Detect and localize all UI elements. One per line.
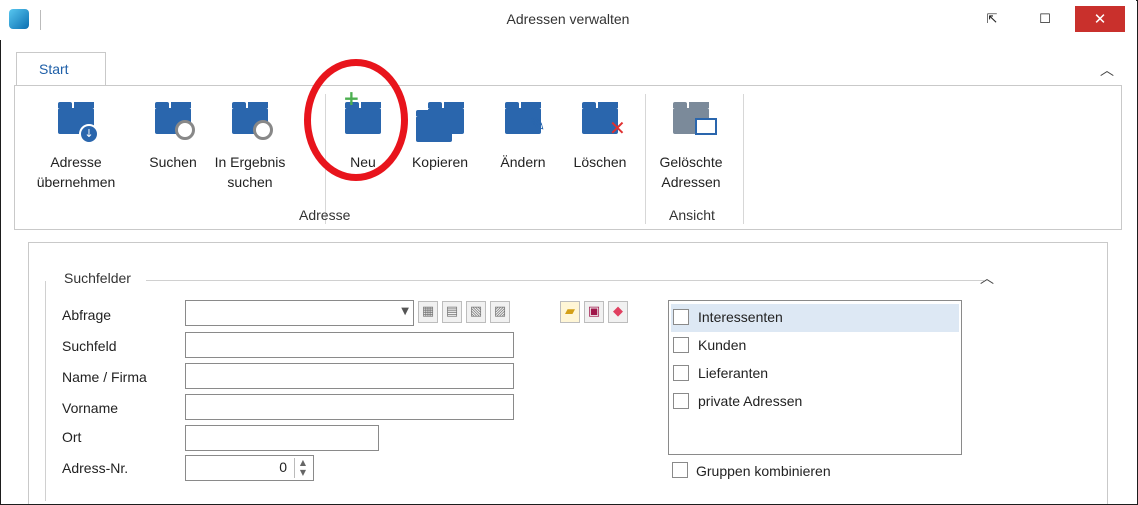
folder-delete-icon: ✕ xyxy=(565,90,635,152)
ribbon-button-label: In Ergebnis suchen xyxy=(214,154,286,190)
legend-divider xyxy=(146,280,984,281)
list-item-interessenten[interactable]: Interessenten xyxy=(671,304,959,332)
ort-label: Ort xyxy=(62,429,82,445)
checkbox[interactable] xyxy=(673,337,689,353)
folder-monitor-icon xyxy=(651,90,731,152)
ort-input[interactable] xyxy=(185,425,379,451)
name-firma-label: Name / Firma xyxy=(62,369,147,385)
ribbon-collapse-icon[interactable]: ︿ xyxy=(1100,60,1114,80)
folder-edit-icon: ✎ xyxy=(493,90,553,152)
checkbox[interactable] xyxy=(673,309,689,325)
adress-nr-label: Adress-Nr. xyxy=(62,460,129,476)
geloeschte-adressen-button[interactable]: Gelöschte Adressen xyxy=(651,90,731,192)
suchen-button[interactable]: Suchen xyxy=(143,90,203,172)
folder-copy-icon xyxy=(405,90,475,152)
vorname-input[interactable] xyxy=(185,394,514,420)
restore-ribbon-button[interactable]: ⇱ xyxy=(977,6,1007,32)
list-item-label: Kunden xyxy=(698,337,747,353)
open-folder-icon[interactable]: ▰ xyxy=(560,301,580,323)
edit-query-icon[interactable]: ▧ xyxy=(466,301,486,323)
aendern-button[interactable]: ✎ Ändern xyxy=(493,90,553,172)
delete-query-icon[interactable]: ▨ xyxy=(490,301,510,323)
search-fields-legend: Suchfelder xyxy=(64,270,137,286)
ribbon-group-separator xyxy=(743,94,744,224)
gruppen-kombinieren-label[interactable]: Gruppen kombinieren xyxy=(696,463,831,479)
ribbon-tabs: Start ︿ xyxy=(0,52,1136,86)
maximize-button[interactable]: ☐ xyxy=(1030,6,1060,32)
loeschen-button[interactable]: ✕ Löschen xyxy=(565,90,635,172)
suchfeld-label: Suchfeld xyxy=(62,338,117,354)
close-button[interactable]: ✕ xyxy=(1075,6,1125,32)
group-label-ansicht: Ansicht xyxy=(669,207,715,223)
adresse-uebernehmen-button[interactable]: ↓ Adresse übernehmen xyxy=(31,90,121,192)
folder-search-refresh-icon xyxy=(211,90,289,152)
ribbon-button-label: Ändern xyxy=(500,154,546,170)
category-list: Interessenten Kunden Lieferanten private… xyxy=(668,300,962,455)
close-icon: ✕ xyxy=(1093,10,1107,28)
folder-download-icon: ↓ xyxy=(31,90,121,152)
title-bar: Adressen verwalten ⇱ ☐ ✕ xyxy=(0,0,1136,40)
copy-query-icon[interactable]: ▤ xyxy=(442,301,462,323)
list-item-label: Lieferanten xyxy=(698,365,769,381)
adress-nr-value: 0 xyxy=(279,459,287,475)
list-item-kunden[interactable]: Kunden xyxy=(671,332,959,360)
folder-search-icon xyxy=(143,90,203,152)
eraser-icon[interactable]: ◆ xyxy=(608,301,628,323)
abfrage-label: Abfrage xyxy=(62,307,112,323)
ribbon-button-label: Löschen xyxy=(573,154,627,170)
tab-start[interactable]: Start xyxy=(16,52,106,86)
collapse-search-icon[interactable]: ︿ xyxy=(980,268,994,288)
gruppen-kombinieren-checkbox[interactable] xyxy=(672,462,688,478)
list-item-lieferanten[interactable]: Lieferanten xyxy=(671,360,959,388)
list-item-label: private Adressen xyxy=(698,393,803,409)
abfrage-select[interactable]: ▼ xyxy=(185,300,414,326)
ribbon-group-separator xyxy=(645,94,646,224)
list-item-private-adressen[interactable]: private Adressen xyxy=(671,388,959,416)
chevron-down-icon[interactable]: ▼ xyxy=(401,306,409,317)
save-icon[interactable]: ▣ xyxy=(584,301,604,323)
group-label-adresse: Adresse xyxy=(299,207,351,223)
suchfeld-input[interactable] xyxy=(185,332,514,358)
adress-nr-stepper[interactable]: 0 ▲ ▼ xyxy=(185,455,314,481)
new-query-icon[interactable]: ▦ xyxy=(418,301,438,323)
checkbox[interactable] xyxy=(673,393,689,409)
vorname-label: Vorname xyxy=(62,400,119,416)
spinner-arrows-icon[interactable]: ▲ ▼ xyxy=(294,458,311,478)
ribbon-button-label: Adresse übernehmen xyxy=(36,154,116,190)
in-ergebnis-suchen-button[interactable]: In Ergebnis suchen xyxy=(211,90,289,192)
kopieren-button[interactable]: Kopieren xyxy=(405,90,475,172)
pin-icon: ⇱ xyxy=(986,11,998,27)
ribbon-button-label: Suchen xyxy=(149,154,197,170)
ribbon-button-label: Kopieren xyxy=(411,154,469,170)
checkbox[interactable] xyxy=(673,365,689,381)
name-firma-input[interactable] xyxy=(185,363,514,389)
highlight-circle xyxy=(304,59,408,181)
ribbon: ↓ Adresse übernehmen Suchen In Ergebnis … xyxy=(14,85,1122,230)
ribbon-button-label: Gelöschte Adressen xyxy=(659,154,723,190)
maximize-icon: ☐ xyxy=(1039,11,1051,27)
window-title: Adressen verwalten xyxy=(506,11,630,27)
list-item-label: Interessenten xyxy=(698,309,783,325)
